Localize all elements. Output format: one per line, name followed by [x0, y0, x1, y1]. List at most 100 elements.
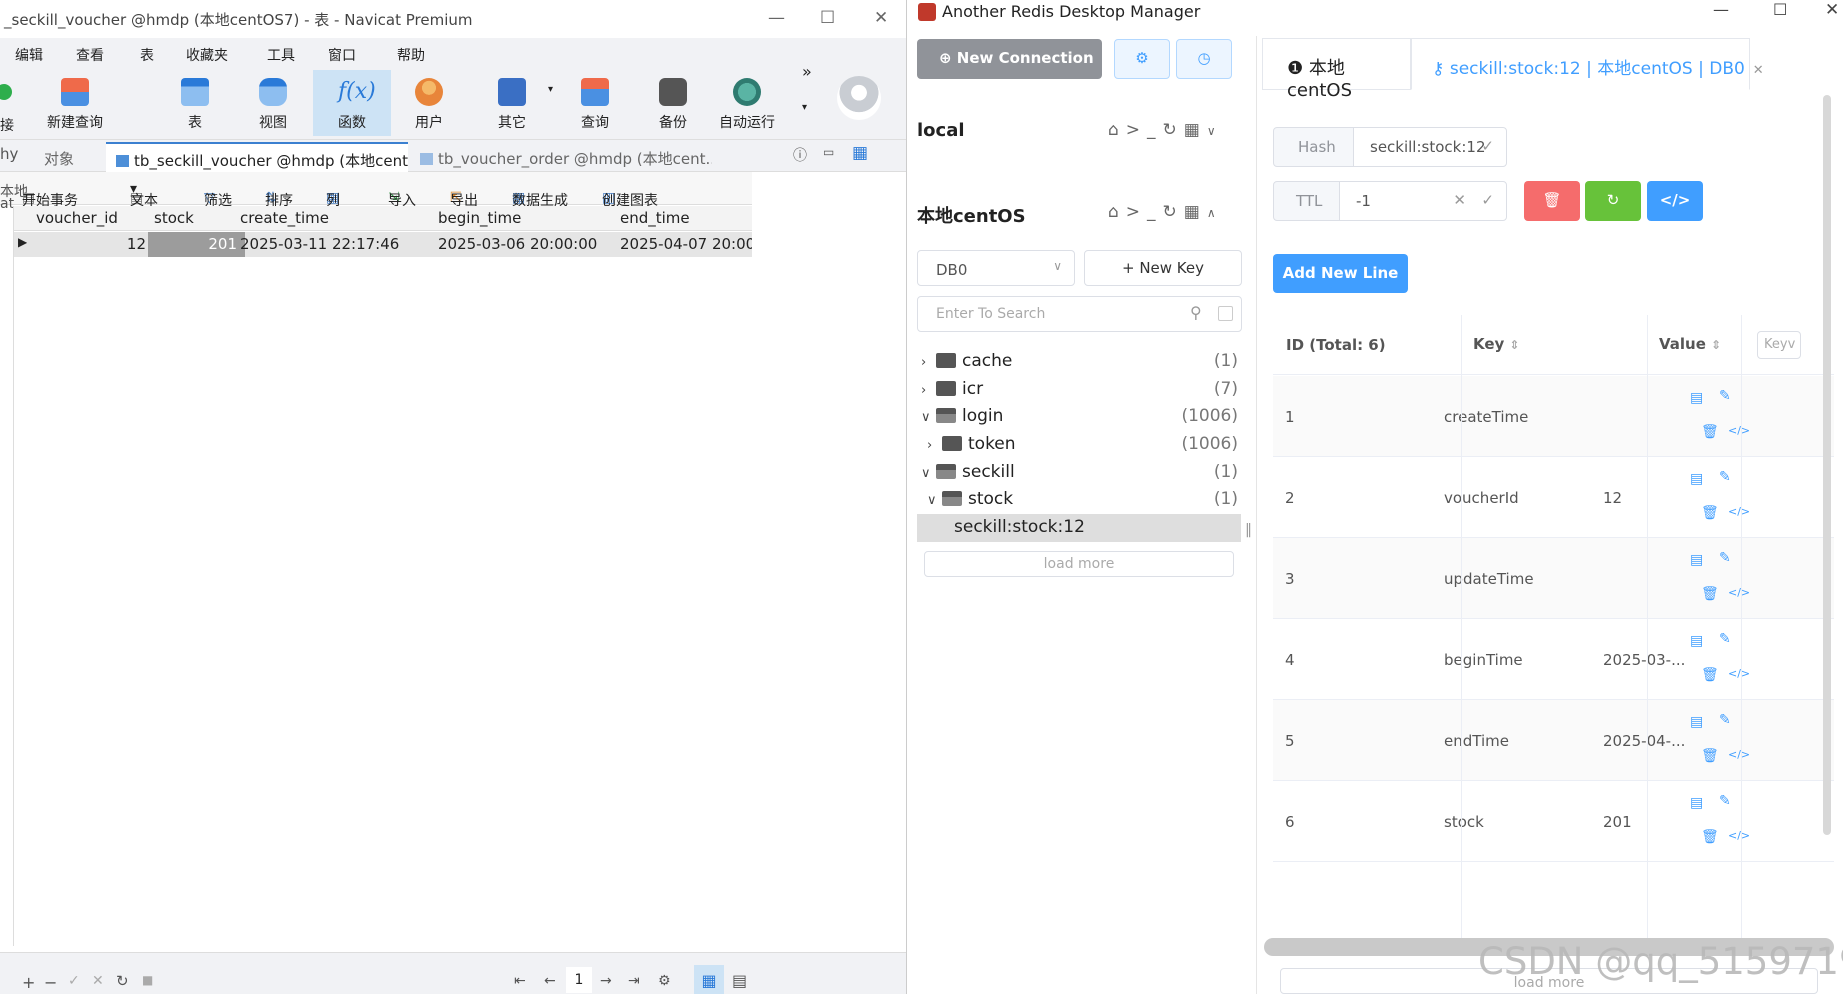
edit-icon[interactable]: ✎ [1719, 793, 1731, 809]
prev-page-icon[interactable]: ← [544, 973, 556, 989]
selected-key-item[interactable]: seckill:stock:12 [917, 514, 1241, 542]
table-row[interactable]: 1 createTime ▤ ✎ 🗑 </> [1273, 376, 1834, 457]
trash-icon[interactable]: 🗑 [1701, 586, 1719, 602]
resize-handle-icon[interactable]: ‖ [1245, 522, 1252, 538]
code-icon[interactable]: </> [1728, 586, 1750, 599]
toolbar-backup-button[interactable]: 备份 [634, 70, 712, 136]
more-chevron-icon[interactable]: » [802, 62, 812, 81]
settings-button[interactable]: ⚙ [1114, 39, 1170, 79]
chevron-right-icon[interactable]: › [927, 432, 942, 459]
avatar[interactable] [837, 76, 881, 120]
grid-view-icon[interactable]: ▦ [694, 965, 724, 994]
page-number[interactable]: 1 [566, 967, 592, 993]
code-icon[interactable]: </> [1728, 667, 1750, 680]
cell-end-time[interactable]: 2025-04-07 20:00:0 [620, 235, 752, 253]
menu-help[interactable]: 帮助 [397, 45, 425, 65]
new-connection-button[interactable]: ⊕ New Connection [917, 39, 1102, 79]
grid-icon[interactable]: ▦ [1184, 202, 1207, 222]
tree-item-token[interactable]: › token (1006) [917, 431, 1242, 459]
view-icon[interactable]: ▤ [1690, 390, 1703, 406]
next-page-icon[interactable]: → [600, 973, 612, 989]
tab-seckill-voucher[interactable]: tb_seckill_voucher @hmdp (本地cent... [106, 142, 408, 172]
edit-icon[interactable]: ✎ [1719, 631, 1731, 647]
last-page-icon[interactable]: ⇥ [628, 973, 640, 989]
chevron-down-icon[interactable]: ∨ [1207, 124, 1223, 138]
table-row[interactable]: 6 stock 201 ▤ ✎ 🗑 </> [1273, 781, 1834, 862]
code-icon[interactable]: </> [1728, 748, 1750, 761]
settings-icon[interactable]: ⚙ [658, 973, 671, 989]
table-row[interactable]: 5 endTime 2025-04-... ▤ ✎ 🗑 </> [1273, 700, 1834, 781]
terminal-icon[interactable]: >_ [1126, 120, 1163, 140]
menu-window[interactable]: 窗口 [328, 45, 356, 65]
info-icon[interactable]: ⓘ [793, 145, 807, 165]
history-button[interactable]: ◷ [1176, 39, 1232, 79]
toolbar-view-button[interactable]: 视图 [234, 70, 312, 136]
toolbar-function-button[interactable]: f(x) 函数 [313, 70, 391, 136]
table-row[interactable]: 2 voucherId 12 ▤ ✎ 🗑 </> [1273, 457, 1834, 538]
terminal-icon[interactable]: >_ [1126, 202, 1163, 222]
view-icon[interactable]: ▤ [1690, 552, 1703, 568]
view-icon[interactable]: ▤ [1690, 633, 1703, 649]
column-header-value[interactable]: Value ⇕ [1659, 335, 1721, 353]
trash-icon[interactable]: 🗑 [1701, 505, 1719, 521]
load-more-button[interactable]: load more [924, 551, 1234, 577]
sort-icon[interactable]: ⇕ [1510, 338, 1520, 352]
toolbar-query-button[interactable]: 查询 [556, 70, 634, 136]
minimize-icon[interactable]: — [768, 8, 785, 28]
menu-view[interactable]: 查看 [76, 45, 104, 65]
trash-icon[interactable]: 🗑 [1701, 748, 1719, 764]
chevron-down-icon[interactable]: ∨ [927, 487, 942, 514]
column-header-begin-time[interactable]: begin_time [438, 209, 521, 227]
menu-tools[interactable]: 工具 [267, 45, 295, 65]
minimize-icon[interactable]: — [1713, 0, 1729, 19]
toolbar-other-button[interactable]: 其它 [473, 70, 551, 136]
table-row[interactable]: 4 beginTime 2025-03-... ▤ ✎ 🗑 </> [1273, 619, 1834, 700]
edit-icon[interactable]: ✎ [1719, 388, 1731, 404]
delete-key-button[interactable]: 🗑 [1524, 181, 1580, 221]
tab-close-icon[interactable]: ✕ [1753, 63, 1764, 78]
refresh-key-button[interactable]: ↻ [1585, 181, 1641, 221]
add-record-icon[interactable]: + [22, 973, 35, 992]
exact-search-checkbox[interactable] [1218, 306, 1233, 321]
text-button[interactable]: ▤ 文本 ▾ [130, 181, 158, 209]
sort-icon[interactable]: ⇕ [1711, 338, 1721, 352]
db-select[interactable]: DB0 ∨ [917, 250, 1075, 286]
cell-create-time[interactable]: 2025-03-11 22:17:46 [240, 235, 399, 253]
table-filter-input[interactable]: Keyv [1757, 331, 1801, 359]
maximize-icon[interactable]: ☐ [820, 8, 835, 28]
stop-icon[interactable]: ■ [142, 973, 153, 987]
apply-icon[interactable]: ✓ [68, 973, 80, 989]
toolbar-dropdown-icon[interactable]: ▾ [802, 102, 807, 113]
clear-icon[interactable]: ✕ [1453, 191, 1466, 209]
search-icon[interactable]: ⚲ [1190, 303, 1202, 322]
first-page-icon[interactable]: ⇤ [514, 973, 526, 989]
tree-item-stock[interactable]: ∨ stock (1) [917, 486, 1242, 514]
chevron-down-icon[interactable]: ∨ [921, 460, 936, 487]
form-view-icon[interactable]: ▤ [732, 971, 747, 990]
dropdown-arrow-icon[interactable]: ▾ [548, 84, 553, 95]
add-new-line-button[interactable]: Add New Line [1273, 254, 1408, 293]
code-icon[interactable]: </> [1728, 505, 1750, 518]
view-icon[interactable]: ▤ [1690, 714, 1703, 730]
trash-icon[interactable]: 🗑 [1701, 667, 1719, 683]
home-icon[interactable]: ⌂ [1108, 120, 1126, 140]
connection-centos[interactable]: 本地centOS [917, 202, 1026, 228]
refresh-icon[interactable]: ↻ [1163, 202, 1184, 222]
chevron-right-icon[interactable]: › [921, 377, 936, 404]
column-header-end-time[interactable]: end_time [620, 209, 690, 227]
grid-icon[interactable]: ▦ [1184, 120, 1207, 140]
check-icon[interactable]: ✓ [1481, 191, 1494, 209]
discard-icon[interactable]: ✕ [92, 973, 104, 989]
delete-record-icon[interactable]: − [44, 973, 57, 992]
tab-connection-status[interactable]: ❶ 本地centOS [1262, 38, 1411, 101]
menu-favorites[interactable]: 收藏夹 [186, 45, 228, 65]
toolbar-table-button[interactable]: 表 [156, 70, 234, 136]
column-header-create-time[interactable]: create_time [240, 209, 329, 227]
tab-voucher-order[interactable]: tb_voucher_order @hmdp (本地cent... [410, 142, 712, 172]
chevron-right-icon[interactable]: › [921, 349, 936, 376]
trash-icon[interactable]: 🗑 [1701, 829, 1719, 845]
table-row[interactable]: 3 updateTime ▤ ✎ 🗑 </> [1273, 538, 1834, 619]
table-row[interactable]: ▶ 12 201 2025-03-11 22:17:46 2025-03-06 … [14, 232, 752, 257]
edit-icon[interactable]: ✎ [1719, 469, 1731, 485]
column-header-key[interactable]: Key ⇕ [1473, 335, 1520, 353]
